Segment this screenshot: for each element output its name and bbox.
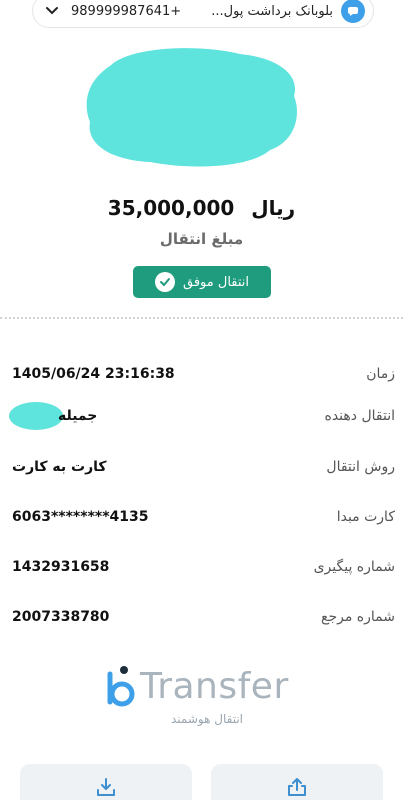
detail-label: انتقال دهنده <box>324 408 395 424</box>
amount-caption: مبلغ انتقال <box>159 230 244 248</box>
detail-row-method: روش انتقال کارت به کارت <box>0 455 403 483</box>
share-button[interactable] <box>211 764 383 800</box>
btransfer-logo: Transfer انتقال هوشمند <box>100 664 310 740</box>
check-icon <box>155 272 175 292</box>
separator <box>0 317 403 319</box>
detail-value: 1432931658 <box>12 559 110 575</box>
chat-bubble-icon[interactable] <box>341 0 365 23</box>
chevron-down-icon[interactable] <box>41 0 63 22</box>
detail-value: 6063********4135 <box>12 509 149 525</box>
account-phone: 989999987641+ <box>71 3 182 19</box>
detail-row-source-card: کارت مبدا 6063********4135 <box>0 505 403 533</box>
amount-value: 35,000,000 <box>107 196 235 220</box>
logo-wordmark: Transfer <box>140 666 289 707</box>
detail-row-sender: انتقال دهنده جمیله <box>0 402 403 432</box>
detail-value: 1405/06/24 23:16:38 <box>12 366 175 382</box>
currency-label: ریال <box>251 196 296 220</box>
detail-label: شماره پیگیری <box>313 559 395 575</box>
download-icon <box>97 778 115 796</box>
share-icon <box>288 778 306 796</box>
redacted-area <box>86 48 298 167</box>
transfer-amount: ریال 35,000,000 <box>0 196 403 220</box>
detail-row-time: زمان 1405/06/24 23:16:38 <box>0 362 403 390</box>
account-title: بلوبانک برداشت پول... <box>211 3 333 19</box>
status-text: انتقال موفق <box>183 274 250 290</box>
account-selector[interactable]: 989999987641+ بلوبانک برداشت پول... <box>32 0 374 28</box>
download-button[interactable] <box>20 764 192 800</box>
detail-value: کارت به کارت <box>12 459 107 475</box>
logo-tagline: انتقال هوشمند <box>171 712 243 726</box>
detail-value: جمیله <box>58 408 98 424</box>
detail-label: روش انتقال <box>326 459 395 475</box>
detail-row-reference: شماره مرجع 2007338780 <box>0 605 403 633</box>
status-badge: انتقال موفق <box>133 266 271 298</box>
detail-label: زمان <box>366 366 395 382</box>
detail-row-tracking: شماره پیگیری 1432931658 <box>0 555 403 583</box>
detail-value: 2007338780 <box>12 609 110 625</box>
logo-b-mark-icon <box>107 666 135 707</box>
detail-label: کارت مبدا <box>336 509 395 525</box>
account-selector-text: 989999987641+ بلوبانک برداشت پول... <box>63 4 341 19</box>
detail-label: شماره مرجع <box>321 609 395 625</box>
